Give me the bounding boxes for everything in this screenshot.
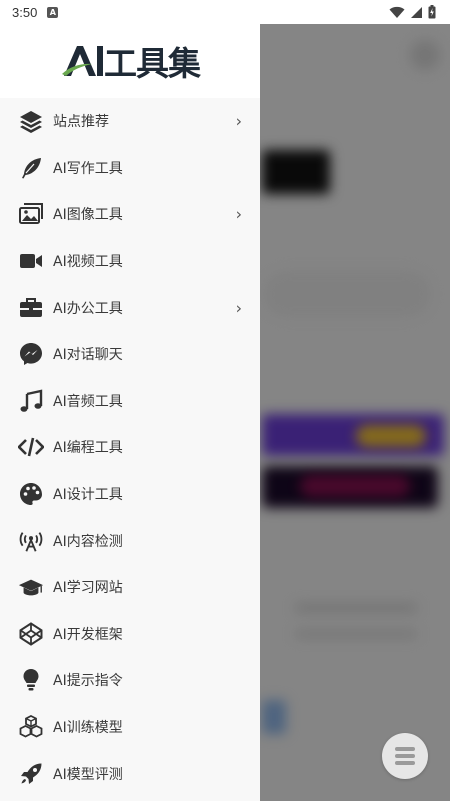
drawer-item-ai-dev-frameworks[interactable]: AI开发框架 — [0, 611, 260, 658]
drawer-item-ai-writing[interactable]: AI写作工具 — [0, 145, 260, 192]
briefcase-icon — [18, 295, 44, 321]
drawer-item-label: 站点推荐 — [53, 114, 109, 131]
status-bar: 3:50 A — [0, 0, 450, 24]
drawer-item-ai-design[interactable]: AI设计工具 — [0, 471, 260, 518]
graduation-cap-icon — [18, 574, 44, 600]
drawer-item-ai-coding[interactable]: AI编程工具 — [0, 424, 260, 471]
lightbulb-icon — [18, 667, 44, 693]
drawer-item-ai-chat[interactable]: AI对话聊天 — [0, 331, 260, 378]
drawer-item-label: AI训练模型 — [53, 720, 123, 737]
battery-charging-icon — [428, 5, 436, 19]
drawer-item-label: AI编程工具 — [53, 440, 123, 457]
drawer-item-ai-model-evaluation[interactable]: AI模型评测 — [0, 750, 260, 797]
feather-icon — [18, 155, 44, 181]
menu-icon — [395, 747, 415, 765]
drawer-item-ai-video[interactable]: AI视频工具 — [0, 238, 260, 285]
signal-icon — [411, 6, 422, 18]
wifi-icon — [389, 6, 405, 18]
drawer-item-label: AI开发框架 — [53, 626, 123, 643]
messenger-icon — [18, 341, 44, 367]
status-time: 3:50 — [12, 4, 38, 20]
drawer-item-label: AI写作工具 — [53, 160, 123, 177]
cubes-icon — [18, 714, 44, 740]
drawer-item-label: AI设计工具 — [53, 487, 123, 504]
drawer-item-ai-prompts[interactable]: AI提示指令 — [0, 657, 260, 704]
layers-icon — [18, 108, 44, 134]
a-icon: A — [47, 6, 59, 18]
codepen-icon — [18, 621, 44, 647]
navigation-drawer: 工具集 站点推荐 › AI写作工具 AI图像工具 › AI视频工具 AI办公工具… — [0, 24, 260, 801]
drawer-item-site-recommendations[interactable]: 站点推荐 › — [0, 98, 260, 145]
palette-icon — [18, 481, 44, 507]
drawer-item-ai-image[interactable]: AI图像工具 › — [0, 191, 260, 238]
drawer-item-label: AI音频工具 — [53, 393, 123, 410]
chevron-right-icon: › — [235, 204, 242, 224]
app-logo: 工具集 — [60, 37, 201, 85]
images-icon — [18, 201, 44, 227]
logo-ai-mark-icon — [62, 46, 103, 76]
broadcast-icon — [18, 528, 44, 554]
drawer-item-label: AI对话聊天 — [53, 347, 123, 364]
video-camera-icon — [18, 248, 44, 274]
drawer-item-ai-content-detection[interactable]: AI内容检测 — [0, 517, 260, 564]
music-note-icon — [18, 388, 44, 414]
drawer-menu: 站点推荐 › AI写作工具 AI图像工具 › AI视频工具 AI办公工具 › A… — [0, 98, 260, 797]
drawer-item-label: AI视频工具 — [53, 254, 123, 271]
code-icon — [18, 434, 44, 460]
drawer-header: 工具集 — [0, 24, 260, 98]
drawer-item-label: AI模型评测 — [53, 766, 123, 783]
drawer-item-label: AI学习网站 — [53, 580, 123, 597]
rocket-icon — [18, 761, 44, 787]
drawer-item-label: AI内容检测 — [53, 533, 123, 550]
drawer-item-label: AI图像工具 — [53, 207, 123, 224]
chevron-right-icon: › — [235, 111, 242, 131]
logo-text: 工具集 — [104, 44, 201, 83]
drawer-item-label: AI提示指令 — [53, 673, 123, 690]
drawer-item-label: AI办公工具 — [53, 300, 123, 317]
drawer-item-ai-office[interactable]: AI办公工具 › — [0, 284, 260, 331]
drawer-item-ai-training-models[interactable]: AI训练模型 — [0, 704, 260, 751]
floating-menu-button[interactable] — [382, 733, 428, 779]
drawer-item-ai-learning-sites[interactable]: AI学习网站 — [0, 564, 260, 611]
drawer-item-ai-audio[interactable]: AI音频工具 — [0, 378, 260, 425]
chevron-right-icon: › — [235, 298, 242, 318]
